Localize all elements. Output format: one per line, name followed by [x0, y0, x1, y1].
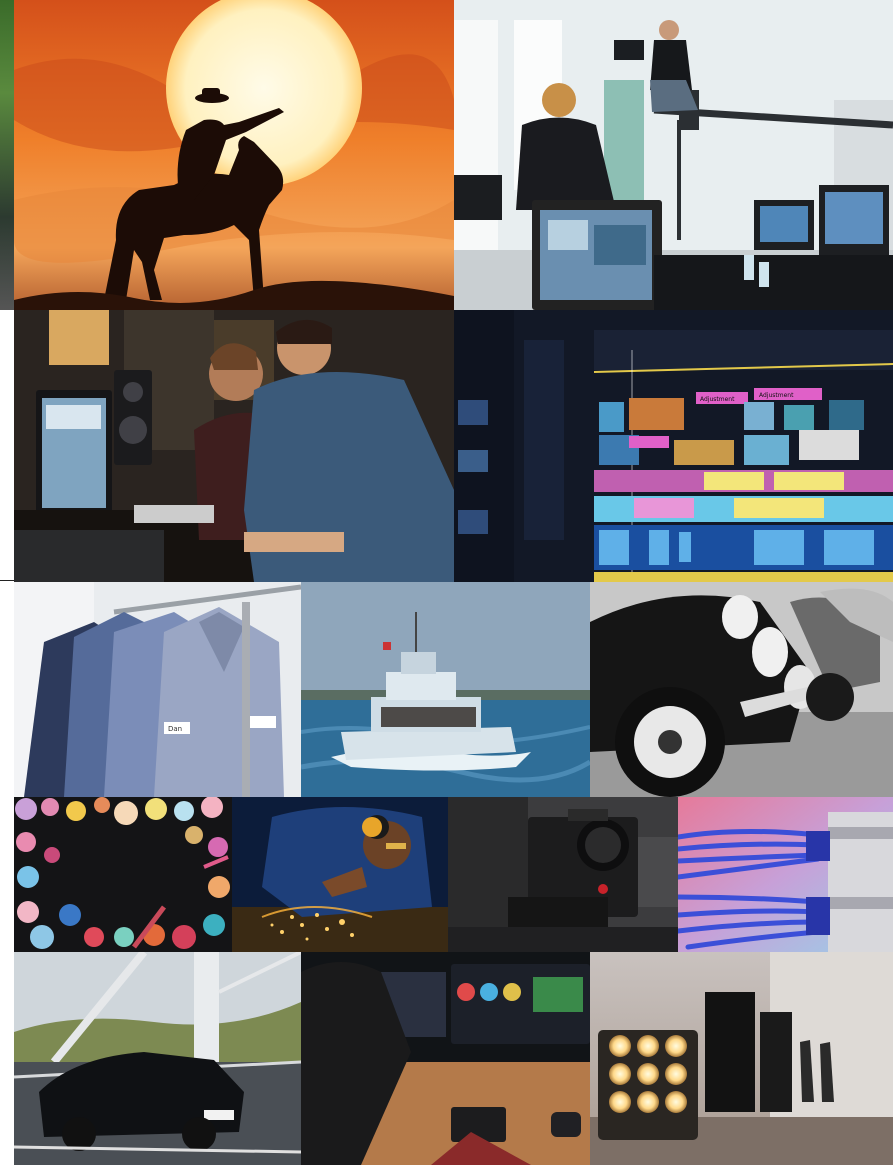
photo-cowboy-sunset: [14, 0, 454, 310]
photo-editors-at-desk: [14, 310, 454, 582]
photo-welder-sparks: [232, 797, 448, 952]
photo-boat-at-sea: [301, 582, 590, 797]
photo-film-studio-crane: [454, 0, 893, 310]
photo-vintage-cars: [590, 582, 893, 797]
photo-work-shirts: Dan: [14, 582, 301, 797]
svg-text:Adjustment: Adjustment: [759, 392, 794, 399]
photo-car-on-bridge: [14, 952, 301, 1165]
photo-makeup-palette: [14, 797, 232, 952]
name-tag-text: Dan: [168, 725, 182, 733]
svg-text:Adjustment: Adjustment: [700, 396, 735, 403]
photo-editing-timeline: Adjustment Adjustment: [454, 310, 893, 582]
photo-cinema-camera: [448, 797, 678, 952]
left-edge-rule: [0, 580, 14, 581]
left-edge-blank: [0, 310, 14, 582]
left-edge-strip: [0, 0, 14, 310]
photo-studio-lights: [590, 952, 893, 1165]
photo-network-cables: [678, 797, 893, 952]
photo-color-grading-desk: [301, 952, 590, 1165]
